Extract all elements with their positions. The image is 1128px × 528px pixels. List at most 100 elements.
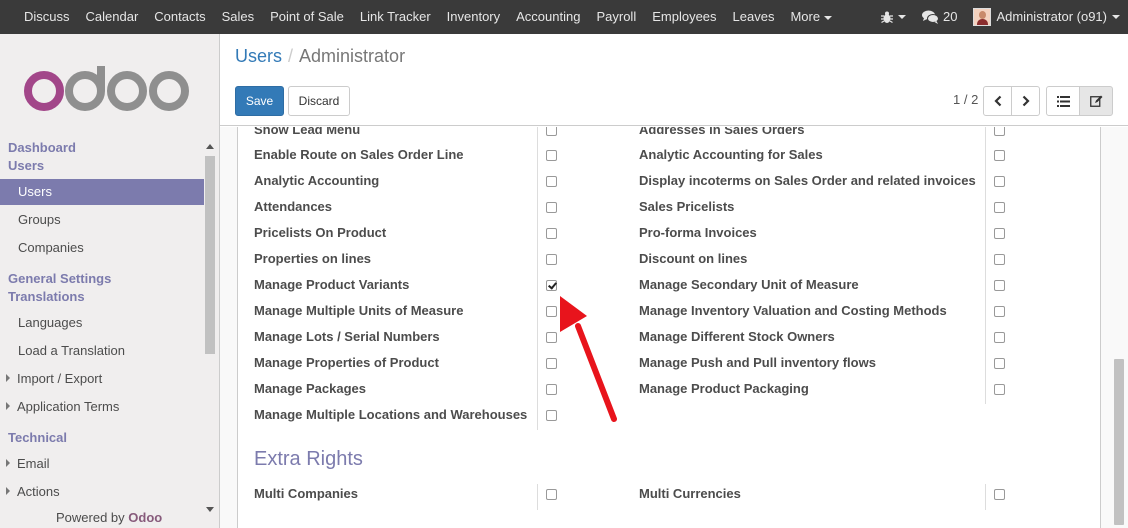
field-checkbox[interactable] [994,150,1005,161]
field-checkbox[interactable] [994,127,1005,136]
field-label: Show Lead Menu [254,127,361,137]
field-label: Manage Push and Pull inventory flows [639,355,876,370]
field-checkbox[interactable] [994,254,1005,265]
caret-right-icon [6,374,10,382]
field-checkbox[interactable] [546,176,557,187]
menu-contacts[interactable]: Contacts [146,0,213,34]
user-name: Administrator (o91) [996,9,1107,24]
sidebar-item-label: Import / Export [17,371,103,386]
field-label: Properties on lines [254,251,372,266]
user-menu[interactable]: Administrator (o91) [965,0,1128,34]
chevron-down-icon [897,15,906,19]
field-checkbox[interactable] [546,254,557,265]
menu-accounting[interactable]: Accounting [508,0,588,34]
field-checkbox[interactable] [546,384,557,395]
sidebar-section-general-settings[interactable]: General Settings [8,270,111,288]
column-divider [985,484,986,510]
menu-more[interactable]: More [782,0,840,34]
scrollbar-thumb[interactable] [1114,359,1124,525]
sidebar-item-companies[interactable]: Companies [18,239,84,257]
chevron-left-icon [993,95,1001,107]
sidebar-item-actions[interactable]: Actions [6,483,60,501]
menu-discuss[interactable]: Discuss [16,0,78,34]
field-label: Manage Properties of Product [254,355,439,370]
form-view-button[interactable] [1079,86,1113,116]
content-scrollbar[interactable] [1113,127,1125,528]
messaging-menu[interactable]: 20 [914,0,965,34]
field-checkbox-checked[interactable] [546,280,557,291]
sidebar-item-languages[interactable]: Languages [18,314,82,332]
sidebar-scrollbar[interactable] [204,142,216,514]
field-checkbox[interactable] [994,280,1005,291]
field-checkbox[interactable] [546,202,557,213]
sidebar-section-technical[interactable]: Technical [8,429,67,447]
field-checkbox[interactable] [546,489,557,500]
save-button[interactable]: Save [235,86,284,116]
field-label: Manage Multiple Units of Measure [254,303,464,318]
menu-employees[interactable]: Employees [644,0,724,34]
sidebar-item-import-export[interactable]: Import / Export [6,370,102,388]
systray: 20 Administrator (o91) [873,0,1128,34]
field-checkbox[interactable] [546,228,557,239]
sidebar-item-load-translation[interactable]: Load a Translation [18,342,125,360]
field-label: Manage Multiple Locations and Warehouses [254,407,528,422]
top-navbar: Discuss Calendar Contacts Sales Point of… [0,0,1128,34]
menu-leaves[interactable]: Leaves [725,0,783,34]
field-checkbox[interactable] [994,176,1005,187]
column-divider [985,127,986,404]
field-label: Enable Route on Sales Order Line [254,147,464,162]
chat-count: 20 [942,9,958,24]
field-checkbox[interactable] [994,332,1005,343]
sidebar-section-users[interactable]: Users [8,157,44,175]
menu-point-of-sale[interactable]: Point of Sale [262,0,352,34]
field-checkbox[interactable] [546,410,557,421]
field-checkbox[interactable] [994,306,1005,317]
field-label: Addresses in Sales Orders [639,127,805,137]
form-sheet: Show Lead Menu Enable Route on Sales Ord… [237,127,1101,528]
field-checkbox[interactable] [994,228,1005,239]
sidebar-item-users[interactable]: Users [0,179,204,205]
menu-calendar[interactable]: Calendar [78,0,147,34]
sidebar-item-label: Application Terms [17,399,120,414]
debug-menu[interactable] [873,11,914,24]
powered-by-link[interactable]: Odoo [128,510,162,525]
breadcrumb-users[interactable]: Users [235,46,282,66]
discard-button[interactable]: Discard [288,86,350,116]
field-checkbox[interactable] [994,384,1005,395]
pager-next-button[interactable] [1011,86,1040,116]
sidebar-section-dashboard[interactable]: Dashboard [8,139,76,157]
field-checkbox[interactable] [546,332,557,343]
field-checkbox[interactable] [994,202,1005,213]
pager-previous-button[interactable] [983,86,1012,116]
sidebar-section-translations[interactable]: Translations [8,288,85,306]
menu-payroll[interactable]: Payroll [588,0,644,34]
field-checkbox[interactable] [546,150,557,161]
field-checkbox[interactable] [546,127,557,136]
scroll-down-icon[interactable] [206,507,214,512]
field-label: Analytic Accounting for Sales [639,147,823,162]
column-divider [537,127,538,430]
menu-inventory[interactable]: Inventory [439,0,508,34]
scroll-up-icon[interactable] [206,144,214,149]
sidebar: Dashboard Users Users Groups Companies G… [0,34,220,528]
sidebar-item-groups[interactable]: Groups [18,211,61,229]
field-checkbox[interactable] [994,358,1005,369]
scrollbar-thumb[interactable] [205,156,215,354]
menu-sales[interactable]: Sales [214,0,263,34]
sidebar-item-label: Actions [17,484,60,499]
field-label: Multi Companies [254,486,359,501]
menu-link-tracker[interactable]: Link Tracker [352,0,439,34]
column-divider [537,484,538,510]
field-checkbox[interactable] [546,306,557,317]
field-checkbox[interactable] [546,358,557,369]
pager-value[interactable]: 1 / 2 [953,92,978,107]
caret-right-icon [6,402,10,410]
list-view-button[interactable] [1046,86,1080,116]
powered-by: Powered by Odoo [56,510,162,525]
field-label: Manage Product Variants [254,277,410,292]
sidebar-item-application-terms[interactable]: Application Terms [6,398,119,416]
sidebar-item-email[interactable]: Email [6,455,50,473]
field-label: Discount on lines [639,251,748,266]
field-checkbox[interactable] [994,489,1005,500]
field-label: Manage Inventory Valuation and Costing M… [639,303,947,318]
